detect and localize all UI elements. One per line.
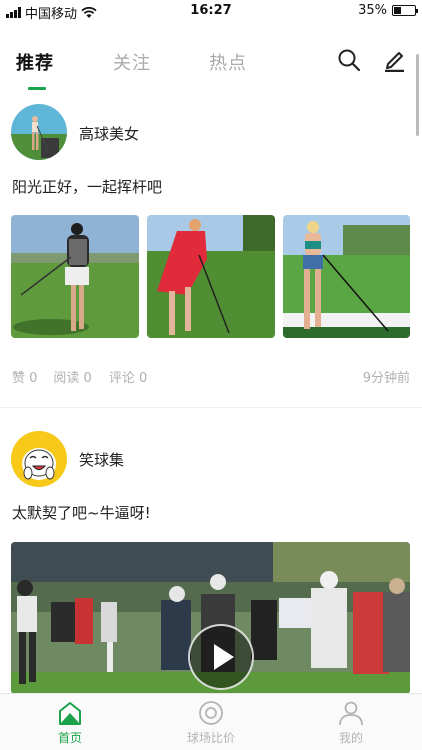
bottom-nav: 首页 球场比价 我的: [0, 693, 422, 750]
active-tab-indicator: [28, 87, 46, 90]
edit-icon[interactable]: [382, 48, 406, 72]
profile-icon: [339, 701, 363, 726]
course-icon: [199, 701, 223, 725]
post-image[interactable]: [11, 215, 139, 338]
scrollbar[interactable]: [416, 54, 419, 136]
avatar[interactable]: [11, 431, 67, 487]
post-text[interactable]: 阳光正好，一起挥杆吧: [12, 176, 162, 197]
avatar[interactable]: [11, 104, 67, 160]
tab-following[interactable]: 关注: [113, 49, 151, 75]
status-bar: 中国移动 16:27 35%: [0, 0, 422, 22]
battery-icon: [392, 5, 418, 16]
like-count[interactable]: 赞 0: [12, 367, 37, 386]
post-image[interactable]: [147, 215, 275, 338]
search-icon[interactable]: [337, 48, 361, 72]
comment-count[interactable]: 评论 0: [109, 367, 147, 386]
top-nav: 推荐 关注 热点: [0, 40, 422, 90]
video-player[interactable]: [11, 542, 410, 694]
divider: [0, 407, 422, 408]
nav-profile-label: 我的: [338, 731, 363, 745]
nav-course-price-label: 球场比价: [186, 731, 235, 745]
nav-home[interactable]: 首页: [20, 700, 120, 746]
play-button[interactable]: [188, 624, 254, 690]
tab-recommended[interactable]: 推荐: [16, 49, 54, 75]
post-author[interactable]: 笑球集: [79, 449, 124, 470]
battery-percent: 35%: [358, 3, 387, 18]
nav-home-label: 首页: [57, 731, 82, 745]
post-image[interactable]: [283, 215, 410, 338]
post-timestamp: 9分钟前: [362, 371, 410, 386]
home-icon: [59, 702, 81, 725]
post-stats: 赞 0 阅读 0 评论 0: [12, 367, 147, 386]
nav-profile[interactable]: 我的: [301, 700, 401, 746]
nav-course-price[interactable]: 球场比价: [161, 700, 261, 746]
play-icon: [214, 644, 234, 670]
read-count: 阅读 0: [53, 371, 92, 386]
tab-trending[interactable]: 热点: [209, 49, 247, 75]
battery-fill: [394, 7, 401, 14]
post-author[interactable]: 高球美女: [79, 123, 139, 144]
post-text[interactable]: 太默契了吧~牛逼呀!: [12, 502, 151, 523]
